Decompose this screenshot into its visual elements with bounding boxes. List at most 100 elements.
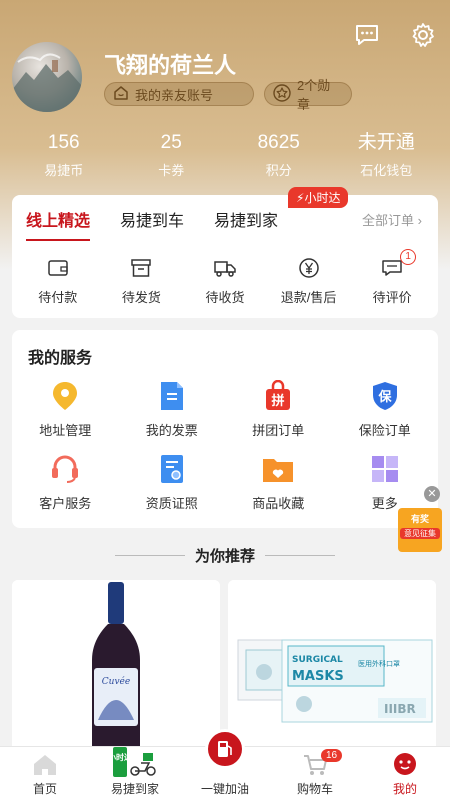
recommend-header: 为你推荐 [0,545,450,566]
delivery-icon-text: 小时达 [113,752,132,762]
wine-label-text: Cuvée [102,676,130,687]
service-certificates[interactable]: 资质证照 [119,451,226,512]
services-title: 我的服务 [28,350,93,367]
grid-icon [332,451,439,487]
stat-value: 25 [160,132,182,153]
order-item-label: 待发货 [121,290,161,305]
flash-badge-label: 小时达 [304,191,341,205]
stat-coupons[interactable]: 25 卡券 [126,130,216,179]
tab-delivery-to-car[interactable]: 易捷到车 [120,207,184,231]
order-tabs: 线上精选 易捷到车 易捷到家 ⚡小时达 全部订单 › [12,187,438,243]
tabbar-label: 购物车 [296,782,333,796]
tabbar-profile[interactable]: 我的 [365,747,445,800]
stat-value: 8625 [257,132,300,153]
stat-value: 156 [47,132,80,153]
tab-online-selection[interactable]: 线上精选 [26,207,91,241]
stat-label: 卡券 [158,163,185,178]
order-item-label: 待收货 [205,290,245,305]
services-card: 我的服务 地址管理 我的发票 拼 拼团订单 保 保险订单 客户服务 资质证照 商… [12,330,438,528]
order-status-row: 待付款 待发货 待收货 退款/售后 1 待评价 [12,243,438,306]
services-grid: 地址管理 我的发票 拼 拼团订单 保 保险订单 客户服务 资质证照 商品收藏 更… [12,368,438,512]
medals-label: 2个勋章 [297,78,331,112]
location-icon [12,378,119,414]
mask-brand-text: SURGICAL [292,655,343,665]
service-group-buy[interactable]: 拼 拼团订单 [225,378,332,439]
order-item-label: 待评价 [372,290,412,305]
tabbar-home-delivery[interactable]: 小时达 易捷到家 [95,747,175,800]
all-orders-link[interactable]: 全部订单 › [362,210,422,229]
insurance-icon: 保 [332,378,439,414]
certificate-icon [119,451,226,487]
delivery-icon: 小时达 [95,747,175,777]
service-label: 地址管理 [39,423,92,438]
favorite-folder-icon [225,451,332,487]
wallet-icon [18,257,98,279]
mask-cn-text: 医用外科口罩 [358,659,400,668]
family-account-button[interactable]: 我的亲友账号 [104,82,254,106]
service-label: 商品收藏 [252,496,305,511]
order-refund-aftersales[interactable]: 退款/售后 [269,257,349,306]
order-pending-shipment[interactable]: 待发货 [101,257,181,306]
service-invoice[interactable]: 我的发票 [119,378,226,439]
stat-label: 石化钱包 [360,163,413,178]
mask-title-text: MASKS [292,669,344,684]
stat-label: 积分 [265,163,292,178]
order-item-label: 退款/售后 [280,290,337,305]
service-customer-service[interactable]: 客户服务 [12,451,119,512]
chevron-right-icon: › [417,213,422,228]
divider [265,555,335,556]
service-label: 保险订单 [358,423,411,438]
recommend-title: 为你推荐 [194,548,255,565]
group-buy-icon: 拼 [225,378,332,414]
headset-icon [12,451,119,487]
tabbar-label: 易捷到家 [110,782,159,796]
invoice-icon [119,378,226,414]
all-orders-label: 全部订单 [362,213,415,228]
stat-wallet[interactable]: 未开通 石化钱包 [341,130,431,179]
top-actions [352,20,438,50]
home-icon [5,747,85,777]
service-icon-text: 拼 [272,393,285,409]
service-favorites[interactable]: 商品收藏 [225,451,332,512]
tabbar-cart[interactable]: 16 购物车 [275,747,355,800]
product-card-wine[interactable]: Cuvée [12,580,220,750]
stat-points[interactable]: 8625 积分 [234,130,324,179]
cart-icon [275,747,355,777]
tabbar-refuel[interactable]: 一键加油 [185,729,265,800]
yen-icon [269,257,349,279]
avatar[interactable] [12,42,82,112]
username: 飞翔的荷兰人 [104,53,237,78]
tabbar-label: 一键加油 [200,782,249,796]
divider [114,555,185,556]
tabbar-label: 首页 [32,782,57,796]
stat-value: 未开通 [357,132,415,153]
surgical-masks-image: SURGICAL MASKS 医用外科口罩 IIIBR [228,580,436,750]
settings-gear-icon[interactable] [408,20,438,50]
stat-coins[interactable]: 156 易捷币 [19,130,109,179]
service-label: 资质证照 [145,496,198,511]
home-outline-icon [113,85,129,104]
stats-row: 156 易捷币 25 卡券 8625 积分 未开通 石化钱包 [0,130,450,179]
tabbar-home[interactable]: 首页 [5,747,85,800]
profile-icon [365,747,445,777]
stat-label: 易捷币 [44,163,84,178]
promo-line2: 意见征集 [400,528,440,539]
tabbar-label: 我的 [392,782,417,796]
box-icon [101,257,181,279]
order-pending-review[interactable]: 1 待评价 [352,249,432,306]
order-pending-receipt[interactable]: 待收货 [185,257,265,306]
fuel-icon [205,729,245,769]
close-icon[interactable]: ✕ [424,486,440,502]
service-insurance[interactable]: 保 保险订单 [332,378,439,439]
service-icon-text: 保 [377,389,392,405]
tab-delivery-to-home[interactable]: 易捷到家 [214,207,278,231]
order-pending-payment[interactable]: 待付款 [18,257,98,306]
medals-button[interactable]: 2个勋章 [264,78,352,112]
wine-bottle-image: Cuvée [12,580,220,750]
promo-line1: 有奖 [410,514,429,524]
product-card-masks[interactable]: SURGICAL MASKS 医用外科口罩 IIIBR [228,580,436,750]
service-address[interactable]: 地址管理 [12,378,119,439]
message-icon[interactable] [352,20,382,50]
feedback-promo-widget[interactable]: ✕ 有奖 意见征集 [398,486,442,552]
flash-delivery-badge: ⚡小时达 [288,187,349,208]
